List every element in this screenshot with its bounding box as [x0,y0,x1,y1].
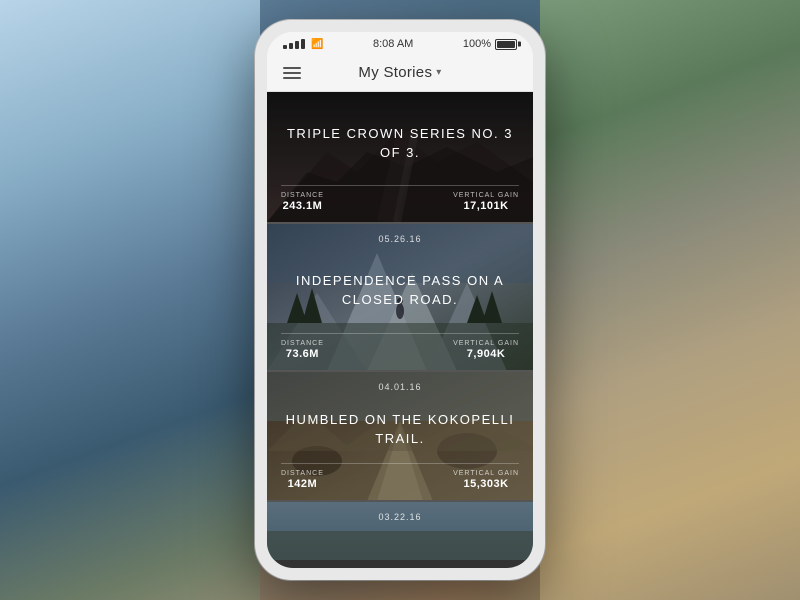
signal-dot-2 [289,43,293,49]
menu-line-2 [283,72,301,74]
story-stat-gain-2: VERTICAL GAIN 7,904K [453,340,519,360]
story-date-4: 03.22.16 [281,512,519,522]
menu-line-1 [283,67,301,69]
stat-label-distance-3: DISTANCE [281,470,324,477]
signal-dots [283,39,305,49]
status-time: 8:08 AM [373,38,413,50]
story-stats-1: DISTANCE 243.1M VERTICAL GAIN 17,101K [281,185,519,212]
nav-dropdown-arrow: ▾ [436,67,441,78]
story-card-4[interactable]: 03.22.16 [267,500,533,560]
nav-title-text: My Stories [358,64,432,81]
background-right [540,0,800,600]
story-date-2: 05.26.16 [281,234,519,244]
stat-label-gain-1: VERTICAL GAIN [453,192,519,199]
stories-list[interactable]: TRIPLE CROWN SERIES NO. 3 OF 3. DISTANCE… [267,92,533,568]
phone-frame: 📶 8:08 AM 100% My Stories [255,20,545,580]
story-content-2: 05.26.16 INDEPENDENCE PASS ON A CLOSED R… [267,224,533,370]
story-stat-distance-1: DISTANCE 243.1M [281,192,324,212]
story-card-3[interactable]: 04.01.16 HUMBLED ON THE KOKOPELLI TRAIL.… [267,370,533,500]
phone-container: 📶 8:08 AM 100% My Stories [255,20,545,580]
nav-bar: My Stories ▾ [267,54,533,92]
phone-inner: 📶 8:08 AM 100% My Stories [267,32,533,568]
stat-value-distance-2: 73.6M [286,348,319,360]
background-left [0,0,260,600]
signal-dot-1 [283,45,287,49]
stat-value-distance-3: 142M [288,478,318,490]
stat-label-distance-1: DISTANCE [281,192,324,199]
stat-value-distance-1: 243.1M [283,200,323,212]
story-stat-distance-2: DISTANCE 73.6M [281,340,324,360]
stat-label-gain-2: VERTICAL GAIN [453,340,519,347]
story-title-2: INDEPENDENCE PASS ON A CLOSED ROAD. [281,248,519,333]
battery-icon [495,39,517,50]
signal-dot-4 [301,39,305,49]
menu-line-3 [283,77,301,79]
story-title-1: TRIPLE CROWN SERIES NO. 3 OF 3. [281,102,519,185]
status-bar: 📶 8:08 AM 100% [267,32,533,54]
story-date-3: 04.01.16 [281,382,519,392]
story-stat-distance-3: DISTANCE 142M [281,470,324,490]
story-stats-2: DISTANCE 73.6M VERTICAL GAIN 7,904K [281,333,519,360]
story-content-1: TRIPLE CROWN SERIES NO. 3 OF 3. DISTANCE… [267,92,533,222]
story-card-2[interactable]: 05.26.16 INDEPENDENCE PASS ON A CLOSED R… [267,222,533,370]
signal-dot-3 [295,41,299,49]
status-left: 📶 [283,39,323,50]
story-card-1[interactable]: TRIPLE CROWN SERIES NO. 3 OF 3. DISTANCE… [267,92,533,222]
story-stat-gain-3: VERTICAL GAIN 15,303K [453,470,519,490]
status-right: 100% [463,38,517,50]
battery-fill [497,41,515,48]
story-content-4: 03.22.16 [267,502,533,560]
battery-percent: 100% [463,38,491,50]
stat-label-distance-2: DISTANCE [281,340,324,347]
stat-label-gain-3: VERTICAL GAIN [453,470,519,477]
stat-value-gain-2: 7,904K [467,348,505,360]
story-title-3: HUMBLED ON THE KOKOPELLI TRAIL. [281,396,519,463]
story-stat-gain-1: VERTICAL GAIN 17,101K [453,192,519,212]
stat-value-gain-1: 17,101K [464,200,509,212]
nav-title[interactable]: My Stories ▾ [358,64,441,81]
wifi-icon: 📶 [311,39,323,50]
story-content-3: 04.01.16 HUMBLED ON THE KOKOPELLI TRAIL.… [267,372,533,500]
stat-value-gain-3: 15,303K [464,478,509,490]
menu-button[interactable] [283,67,301,79]
story-stats-3: DISTANCE 142M VERTICAL GAIN 15,303K [281,463,519,490]
